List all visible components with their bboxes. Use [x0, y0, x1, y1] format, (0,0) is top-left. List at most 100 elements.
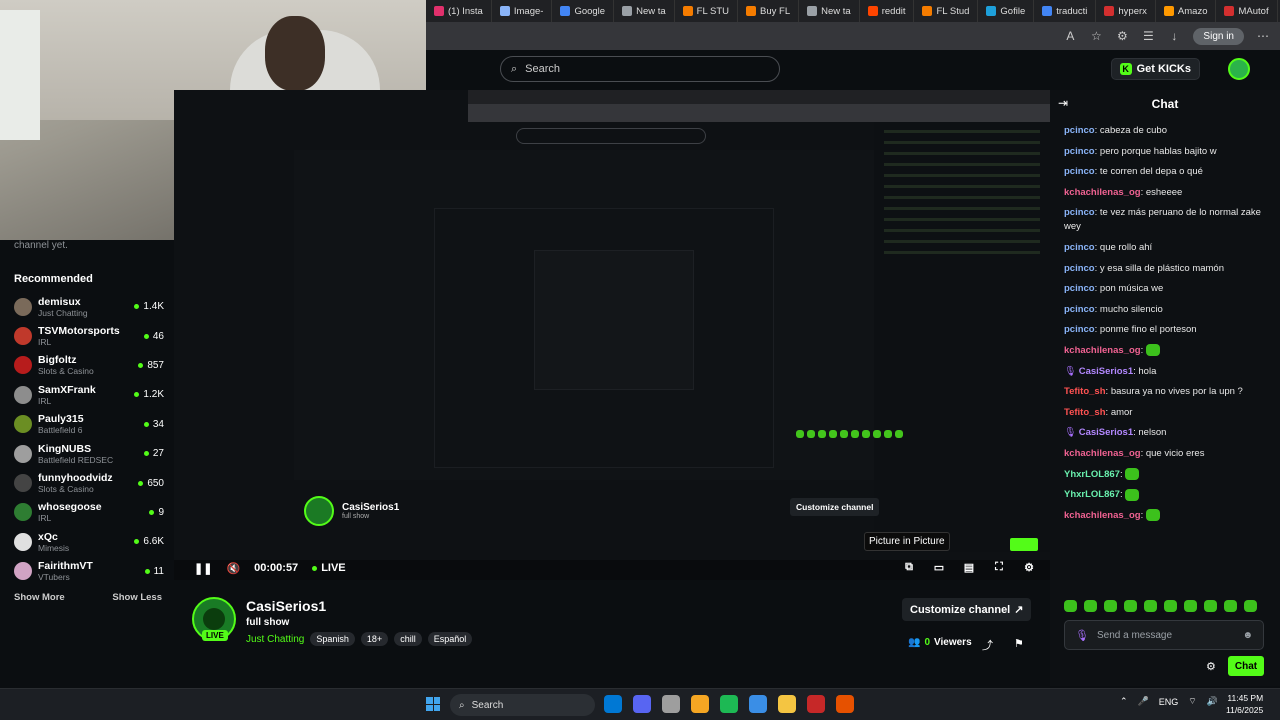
settings-gear-icon[interactable]: ⚙ [1022, 560, 1036, 574]
chat-username[interactable]: pcinco [1064, 263, 1095, 274]
chat-username[interactable]: kchachilenas_og [1064, 187, 1141, 198]
tag-spanish[interactable]: Spanish [310, 632, 355, 646]
windows-start-icon[interactable] [426, 697, 440, 711]
chat-username[interactable]: Tefito_sh [1064, 407, 1106, 418]
download-icon[interactable]: ↓ [1167, 29, 1181, 43]
more-menu-icon[interactable]: ⋯ [1256, 29, 1270, 43]
microphone-icon[interactable]: 🎙 [1075, 629, 1089, 642]
emote-icon[interactable] [1244, 600, 1257, 612]
recommended-channel[interactable]: FairithmVT VTubers 11 [14, 557, 164, 586]
picture-in-picture-icon[interactable]: ⧉ [902, 560, 916, 574]
subtitles-icon[interactable]: ▤ [962, 560, 976, 574]
chat-username[interactable]: YhxrLOL867 [1064, 489, 1120, 500]
collections-icon[interactable]: ☰ [1141, 29, 1155, 43]
recommended-channel[interactable]: funnyhoodvidz Slots & Casino 650 [14, 468, 164, 497]
network-icon[interactable]: ⌔ [1188, 696, 1196, 707]
browser-tab[interactable]: New ta [799, 0, 860, 22]
theater-mode-icon[interactable]: ▭ [932, 560, 946, 574]
read-aloud-icon[interactable]: A [1063, 29, 1077, 43]
extensions-icon[interactable]: ⚙ [1115, 29, 1129, 43]
taskbar-search[interactable]: ⌕ Search [450, 694, 595, 716]
browser-tab[interactable]: FL STU [675, 0, 739, 22]
mute-icon[interactable]: 🔇 [226, 562, 240, 575]
chat-username[interactable]: pcinco [1064, 207, 1095, 218]
chat-message-input[interactable]: 🎙 Send a message ☻ [1064, 620, 1264, 650]
browser-tab[interactable]: Buy FL [738, 0, 800, 22]
show-less-button[interactable]: Show Less [112, 592, 162, 603]
fullscreen-icon[interactable]: ⛶ [992, 560, 1006, 574]
emote-icon[interactable] [1164, 600, 1177, 612]
tag-espanol[interactable]: Español [427, 632, 473, 646]
emote-icon[interactable] [1124, 600, 1137, 612]
taskbar-app-icon[interactable] [778, 695, 796, 713]
taskbar-app-icon[interactable] [720, 695, 738, 713]
taskbar-app-icon[interactable] [604, 695, 622, 713]
chat-username[interactable]: kchachilenas_og [1064, 510, 1141, 521]
recommended-channel[interactable]: demisux Just Chatting 1.4K [14, 292, 164, 321]
chat-username[interactable]: Tefito_sh [1064, 386, 1106, 397]
pause-icon[interactable]: ❚❚ [194, 562, 212, 575]
chat-settings-icon[interactable]: ⚙ [1206, 660, 1216, 673]
emote-icon[interactable] [1224, 600, 1237, 612]
taskbar-app-icon[interactable] [836, 695, 854, 713]
favorite-star-icon[interactable]: ☆ [1089, 29, 1103, 43]
volume-icon[interactable]: 🔊 [1207, 696, 1218, 707]
microphone-tray-icon[interactable]: 🎤 [1138, 696, 1149, 707]
browser-tab[interactable]: MAutof [1216, 0, 1278, 22]
tag-18plus[interactable]: 18+ [360, 632, 389, 646]
recommended-channel[interactable]: whosegoose IRL 9 [14, 498, 164, 527]
recommended-channel[interactable]: TSVMotorsports IRL 46 [14, 321, 164, 350]
emote-icon[interactable] [1084, 600, 1097, 612]
customize-channel-button[interactable]: Customize channel ↗ [902, 598, 1032, 621]
browser-tab[interactable]: traducti [1034, 0, 1097, 22]
emoji-icon[interactable]: ☻ [1242, 630, 1253, 641]
chat-username[interactable]: pcinco [1064, 304, 1095, 315]
category-link[interactable]: Just Chatting [246, 634, 304, 645]
emote-icon[interactable] [1144, 600, 1157, 612]
recommended-channel[interactable]: Pauly315 Battlefield 6 34 [14, 410, 164, 439]
chat-username[interactable]: kchachilenas_og [1064, 345, 1141, 356]
language-indicator[interactable]: ENG [1159, 697, 1179, 707]
tray-chevron-icon[interactable]: ⌃ [1120, 696, 1128, 707]
chat-username[interactable]: pcinco [1064, 146, 1095, 157]
browser-tab[interactable]: reddit [860, 0, 915, 22]
chat-username[interactable]: pcinco [1064, 283, 1095, 294]
system-clock[interactable]: 11:45 PM 11/6/2025 [1226, 692, 1263, 716]
chat-send-button[interactable]: Chat [1228, 656, 1264, 676]
emote-icon[interactable] [1204, 600, 1217, 612]
browser-tab[interactable]: (1) Insta [426, 0, 492, 22]
recommended-channel[interactable]: xQc Mimesis 6.6K [14, 527, 164, 556]
chat-username[interactable]: kchachilenas_og [1064, 448, 1141, 459]
get-kicks-button[interactable]: K Get KICKs [1110, 58, 1200, 80]
sign-in-button[interactable]: Sign in [1193, 27, 1244, 45]
chat-username[interactable]: pcinco [1064, 324, 1095, 335]
browser-tab[interactable]: hyperx [1096, 0, 1156, 22]
show-more-button[interactable]: Show More [14, 592, 65, 603]
taskbar-app-icon[interactable] [662, 695, 680, 713]
share-icon[interactable]: ⤴ [982, 637, 993, 653]
user-avatar[interactable] [1228, 58, 1250, 80]
emote-icon[interactable] [1184, 600, 1197, 612]
chat-username[interactable]: CasiSerios1 [1079, 427, 1133, 438]
taskbar-app-icon[interactable] [807, 695, 825, 713]
tag-chill[interactable]: chill [394, 632, 422, 646]
browser-tab[interactable]: Amazo [1156, 0, 1217, 22]
taskbar-app-icon[interactable] [633, 695, 651, 713]
browser-tab[interactable]: New ta [614, 0, 675, 22]
recommended-channel[interactable]: Bigfoltz Slots & Casino 857 [14, 351, 164, 380]
browser-tab[interactable]: Google [552, 0, 615, 22]
emote-icon[interactable] [1064, 600, 1077, 612]
browser-tab[interactable]: Image- [492, 0, 553, 22]
chat-username[interactable]: pcinco [1064, 242, 1095, 253]
chat-username[interactable]: pcinco [1064, 125, 1095, 136]
chat-username[interactable]: YhxrLOL867 [1064, 469, 1120, 480]
taskbar-app-icon[interactable] [691, 695, 709, 713]
channel-name[interactable]: CasiSerios1 [246, 598, 326, 614]
recommended-channel[interactable]: KingNUBS Battlefield REDSEC 27 [14, 439, 164, 468]
browser-tab[interactable]: Gofile [978, 0, 1035, 22]
browser-tab[interactable]: FL Stud [914, 0, 979, 22]
chat-username[interactable]: pcinco [1064, 166, 1095, 177]
video-player[interactable]: CasiSerios1 full show Customize channel … [174, 90, 1050, 580]
search-input[interactable]: ⌕ Search [500, 56, 780, 82]
recommended-channel[interactable]: SamXFrank IRL 1.2K [14, 380, 164, 409]
